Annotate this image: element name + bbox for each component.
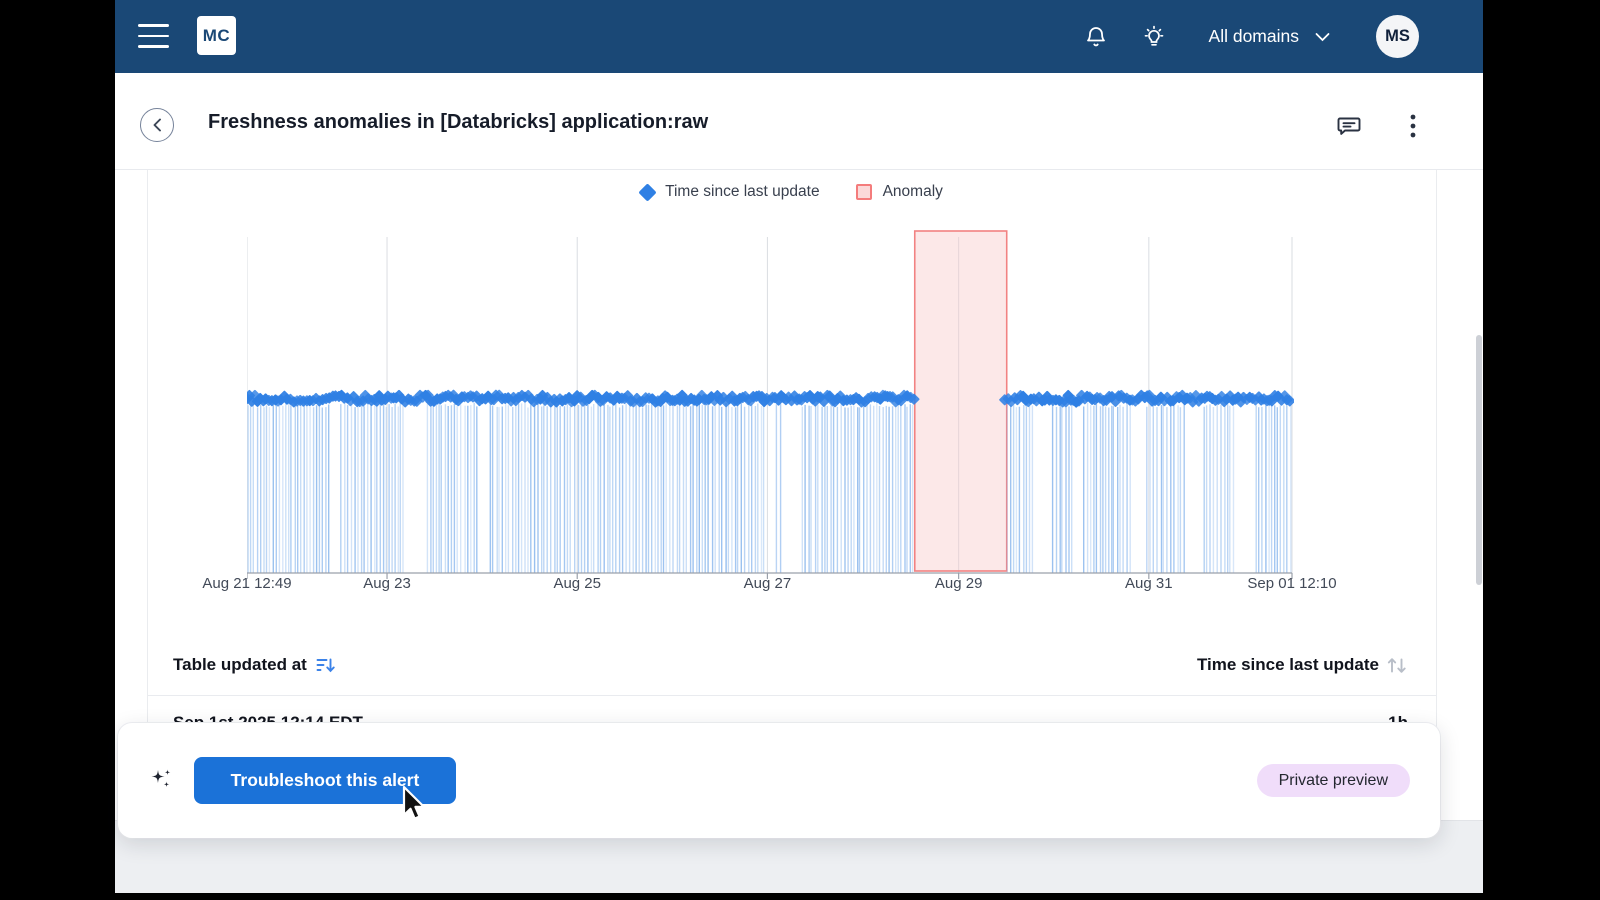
legend-item-time-since-last-update[interactable]: Time since last update bbox=[638, 182, 820, 202]
chevron-down-icon bbox=[1315, 32, 1330, 41]
domain-selector-label: All domains bbox=[1208, 26, 1299, 46]
page-title: Freshness anomalies in [Databricks] appl… bbox=[208, 111, 709, 133]
x-axis-tick-label: Aug 23 bbox=[363, 575, 411, 592]
vertical-scrollbar[interactable] bbox=[1476, 335, 1482, 585]
x-axis-tick-label: Aug 21 12:49 bbox=[202, 575, 292, 592]
lightbulb-idea-icon[interactable] bbox=[1141, 24, 1167, 50]
column-label: Time since last update bbox=[1196, 655, 1379, 674]
troubleshoot-alert-button[interactable]: Troubleshoot this alert bbox=[194, 757, 456, 804]
menu-icon[interactable] bbox=[138, 21, 169, 51]
top-navbar: MC All domains MS bbox=[115, 0, 1483, 73]
spike-chart bbox=[239, 225, 1296, 581]
x-axis-labels: Aug 21 12:49 Aug 23 Aug 25 Aug 27 Aug 29 Aug … bbox=[202, 575, 1336, 599]
x-axis-tick-label: Aug 29 bbox=[934, 575, 983, 592]
chart-legend: Time since last update Anomaly bbox=[148, 182, 1436, 202]
sparkles-icon bbox=[151, 769, 171, 787]
mc-logo[interactable]: MC bbox=[197, 16, 236, 55]
legend-label: Time since last update bbox=[665, 183, 820, 200]
ai-assistant-bar: Troubleshoot this alert Private preview bbox=[118, 723, 1440, 838]
sort-desc-active-icon bbox=[316, 658, 335, 672]
kebab-menu-icon[interactable] bbox=[1399, 112, 1427, 140]
x-axis-tick-label: Sep 01 12:10 bbox=[1247, 575, 1337, 592]
x-axis-tick-label: Aug 31 bbox=[1125, 575, 1173, 592]
column-header-table-updated-at[interactable]: Table updated at bbox=[173, 655, 335, 675]
table-header-row: Table updated at Time since last update bbox=[148, 640, 1436, 695]
anomaly-swatch bbox=[855, 184, 872, 200]
x-axis-tick-label: Aug 25 bbox=[553, 575, 601, 592]
legend-item-anomaly[interactable]: Anomaly bbox=[855, 183, 943, 201]
sort-both-inactive-icon bbox=[1387, 657, 1406, 673]
comments-icon[interactable] bbox=[1335, 112, 1363, 140]
diamond-marker-swatch bbox=[638, 182, 657, 202]
notifications-bell-icon[interactable] bbox=[1083, 24, 1109, 50]
x-axis-tick-label: Aug 27 bbox=[743, 575, 792, 592]
app-window: MC All domains MS Freshness anomalies in… bbox=[115, 0, 1483, 893]
column-header-time-since-last-update[interactable]: Time since last update bbox=[1197, 655, 1408, 675]
back-button[interactable] bbox=[140, 108, 174, 142]
avatar[interactable]: MS bbox=[1376, 15, 1419, 58]
alert-header: Freshness anomalies in [Databricks] appl… bbox=[115, 73, 1483, 170]
column-label: Table updated at bbox=[173, 655, 307, 674]
domain-selector[interactable]: All domains bbox=[1209, 26, 1330, 47]
chevron-left-icon bbox=[153, 118, 161, 132]
legend-label: Anomaly bbox=[882, 183, 943, 200]
private-preview-badge: Private preview bbox=[1256, 764, 1410, 797]
